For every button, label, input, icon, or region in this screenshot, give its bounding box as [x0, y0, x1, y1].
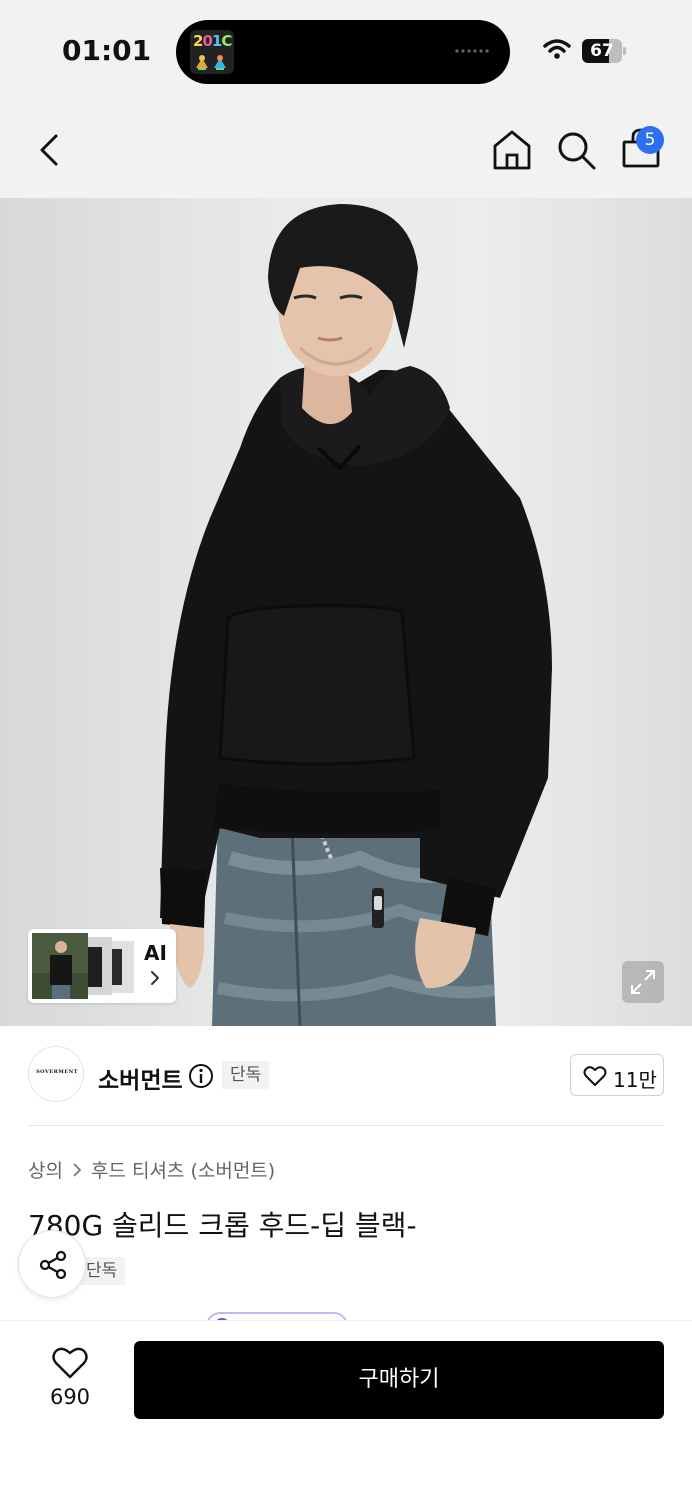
breadcrumb: 상의 후드 티셔츠 (소버먼트) — [28, 1156, 275, 1183]
status-time: 01:01 — [62, 34, 152, 67]
wifi-icon — [543, 39, 571, 59]
share-icon — [39, 1250, 67, 1280]
app-icon-text: 201C — [193, 32, 232, 50]
search-icon[interactable] — [554, 128, 598, 172]
dynamic-island: 201C — [176, 20, 510, 84]
share-button[interactable] — [18, 1230, 86, 1298]
home-icon[interactable] — [490, 128, 534, 172]
expand-image-button[interactable] — [622, 961, 664, 1003]
product-image[interactable] — [0, 198, 692, 1026]
live-activity-app-icon: 201C — [190, 30, 234, 74]
wishlist-count: 690 — [49, 1385, 91, 1409]
battery-level: 67 — [590, 41, 614, 61]
heart-icon — [583, 1066, 607, 1086]
ai-styling-chip[interactable]: AI — [28, 929, 176, 1003]
wishlist-heart-icon[interactable] — [52, 1346, 88, 1380]
brand-logo[interactable]: SOVERMENT ······· — [28, 1046, 84, 1102]
buy-button[interactable]: 구매하기 — [134, 1341, 664, 1419]
exclusive-badge: 단독 — [222, 1061, 270, 1089]
brand-logo-rule: ······· — [53, 1076, 61, 1080]
info-icon[interactable] — [188, 1063, 214, 1089]
status-bar: 01:01 201C 67 — [0, 0, 692, 100]
brand-name[interactable]: 소버먼트 — [98, 1061, 183, 1095]
back-icon[interactable] — [30, 130, 70, 170]
ai-thumbnail-images — [32, 933, 134, 999]
waveform-icon — [455, 49, 489, 53]
brand-like-button[interactable]: 11만 — [570, 1054, 664, 1096]
battery-indicator: 67 — [582, 39, 626, 63]
breadcrumb-subcategory[interactable]: 후드 티셔츠 (소버먼트) — [91, 1156, 275, 1183]
product-title: 780G 솔리드 크롭 후드-딥 블랙- — [28, 1209, 417, 1242]
app-figures-icon — [196, 55, 226, 70]
chevron-right-icon — [151, 971, 159, 985]
cart-count-badge: 5 — [636, 126, 664, 154]
top-nav-bar — [0, 100, 692, 198]
section-divider — [28, 1125, 664, 1126]
chevron-right-icon — [73, 1162, 82, 1177]
breadcrumb-category[interactable]: 상의 — [28, 1156, 63, 1183]
model-photo — [160, 204, 552, 1026]
ai-label: AI — [144, 941, 167, 965]
brand-logo-text: SOVERMENT — [36, 1069, 78, 1075]
expand-icon — [631, 970, 655, 994]
brand-like-count: 11만 — [613, 1068, 657, 1092]
